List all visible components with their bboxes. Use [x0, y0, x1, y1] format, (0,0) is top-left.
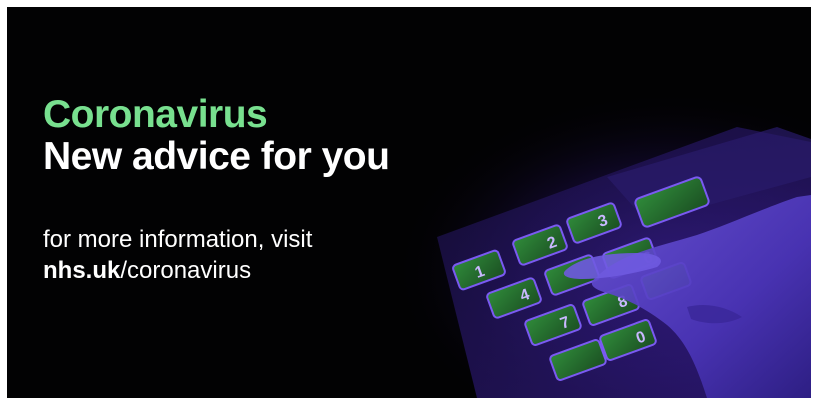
url-path: /coronavirus: [120, 257, 252, 284]
info-url: nhs.uk/coronavirus: [43, 255, 312, 286]
headline-coronavirus: Coronavirus: [43, 93, 268, 136]
headline-block: Coronavirus New advice for you: [43, 93, 390, 178]
info-block: for more information, visit nhs.uk/coron…: [43, 224, 312, 286]
uv-keypad-illustration: 1 2 3 4 6: [7, 7, 811, 398]
image-frame: 1 2 3 4 6: [0, 0, 819, 405]
nhs-banner: 1 2 3 4 6: [7, 7, 811, 398]
url-domain: nhs.uk: [43, 257, 121, 284]
info-lead: for more information, visit: [43, 226, 313, 253]
headline-advice: New advice for you: [43, 135, 390, 178]
